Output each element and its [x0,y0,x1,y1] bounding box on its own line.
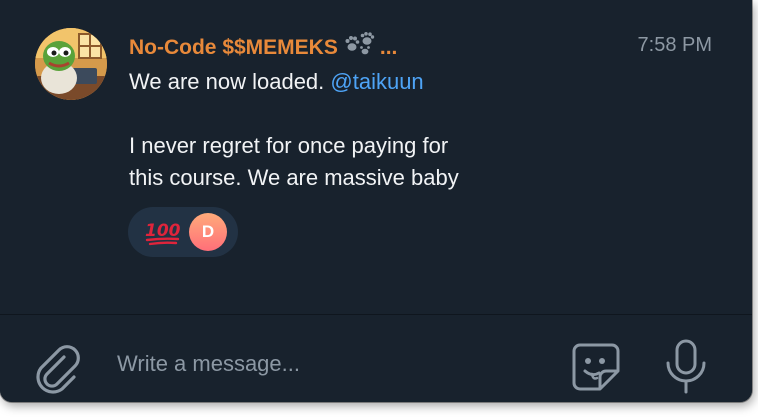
message-item: No-Code $$MEMEKS ... 7:58 PM We are now … [0,0,752,314]
message-line-2: I never regret for once paying for [129,133,449,158]
reaction-chip[interactable]: 100 D [128,207,238,257]
sticker-icon[interactable] [568,339,624,395]
message-line-1: We are now loaded. @taikuun [129,69,424,95]
screen: No-Code $$MEMEKS ... 7:58 PM We are now … [0,0,758,420]
sender-avatar[interactable] [35,28,107,100]
paw-prints-icon [344,32,378,62]
message-line-3: this course. We are massive baby [129,165,459,190]
microphone-icon[interactable] [658,337,714,397]
sender-name-text: No-Code $$MEMEKS [129,36,338,59]
message-composer [0,315,752,402]
paperclip-icon[interactable] [30,341,86,397]
reaction-user-avatar: D [189,213,227,251]
message-input[interactable] [117,347,537,381]
sender-name-ellipsis: ... [379,36,398,59]
chat-window: No-Code $$MEMEKS ... 7:58 PM We are now … [0,0,752,402]
sender-name[interactable]: No-Code $$MEMEKS ... [129,32,397,62]
message-text-1: We are now loaded. [129,69,331,94]
hundred-points-icon: 100 [144,218,182,246]
message-time: 7:58 PM [637,34,712,56]
mention-link[interactable]: @taikuun [330,69,423,94]
